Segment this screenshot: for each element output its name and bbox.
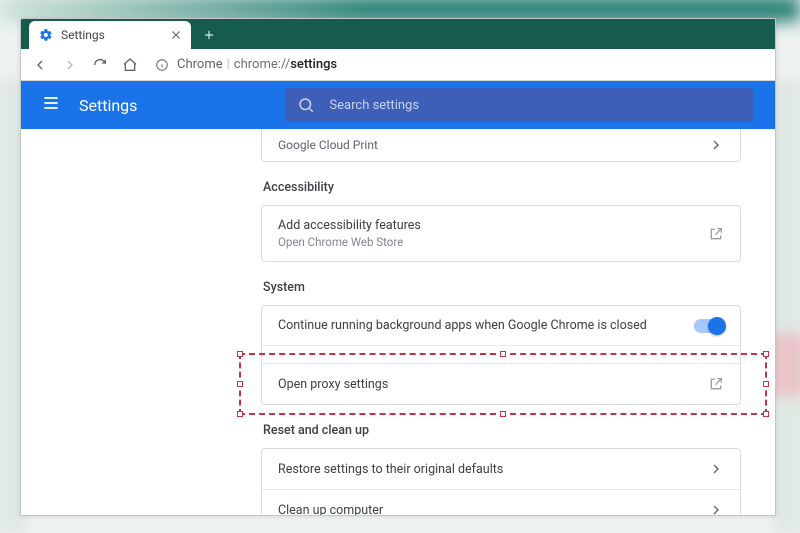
home-button[interactable] (117, 52, 143, 78)
browser-toolbar: Chrome | chrome://settings (21, 49, 775, 81)
back-button[interactable] (27, 52, 53, 78)
row-background-apps[interactable]: Continue running background apps when Go… (262, 306, 740, 345)
omnibox-url: chrome://settings (234, 57, 337, 72)
section-system: System (263, 280, 739, 295)
row-cloud-print[interactable]: Google Cloud Print (262, 129, 740, 161)
chevron-right-icon (708, 137, 724, 153)
reload-button[interactable] (87, 52, 113, 78)
section-accessibility: Accessibility (263, 180, 739, 195)
browser-window: Settings Chrome | chrome://settings Sett… (20, 18, 776, 516)
search-icon (297, 96, 315, 114)
card-reset: Restore settings to their original defau… (261, 448, 741, 516)
card-system: Continue running background apps when Go… (261, 305, 741, 405)
row-restore-defaults[interactable]: Restore settings to their original defau… (262, 449, 740, 489)
external-link-icon (708, 226, 724, 242)
tab-strip: Settings (21, 19, 775, 49)
search-placeholder: Search settings (329, 98, 419, 113)
info-icon (155, 58, 169, 72)
chevron-right-icon (708, 502, 724, 516)
search-input[interactable]: Search settings (285, 88, 753, 122)
omnibox-origin: Chrome (177, 57, 223, 72)
address-bar[interactable]: Chrome | chrome://settings (147, 57, 769, 72)
tab-settings[interactable]: Settings (29, 21, 191, 49)
close-icon[interactable] (169, 28, 183, 42)
chevron-right-icon (708, 461, 724, 477)
new-tab-button[interactable] (197, 23, 221, 47)
row-clean-up[interactable]: Clean up computer (262, 489, 740, 516)
gear-icon (39, 28, 53, 42)
tab-title: Settings (61, 28, 105, 42)
forward-button[interactable] (57, 52, 83, 78)
settings-content: Google Cloud Print Accessibility Add acc… (21, 129, 775, 515)
row-add-accessibility[interactable]: Add accessibility features Open Chrome W… (262, 206, 740, 261)
card-accessibility: Add accessibility features Open Chrome W… (261, 205, 741, 262)
row-open-proxy[interactable]: Open proxy settings (262, 363, 740, 404)
row-hidden (262, 345, 740, 363)
settings-header: Settings Search settings (21, 81, 775, 129)
toggle-on-icon[interactable] (694, 319, 724, 333)
external-link-icon (708, 376, 724, 392)
page-title: Settings (79, 96, 137, 115)
menu-icon[interactable] (41, 93, 61, 117)
section-reset: Reset and clean up (263, 423, 739, 438)
card-printing: Google Cloud Print (261, 129, 741, 162)
